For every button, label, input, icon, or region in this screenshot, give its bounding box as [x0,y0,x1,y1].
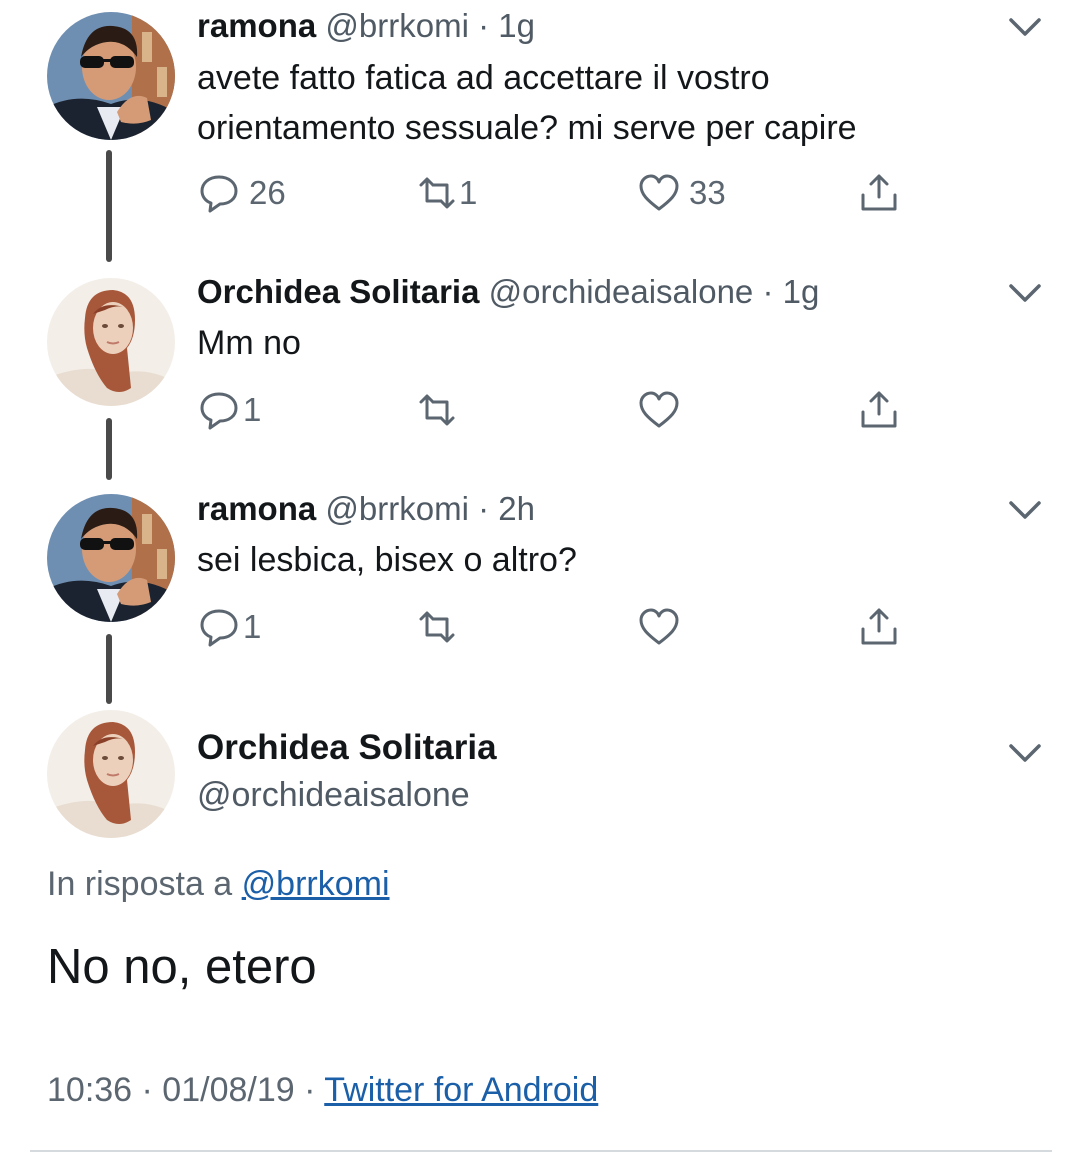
reply-icon [200,609,238,647]
like-button[interactable] [637,602,681,652]
reply-to-link[interactable]: @brrkomi [242,865,390,903]
like-button[interactable]: 33 [637,168,726,218]
reply-icon [200,175,238,213]
avatar[interactable] [47,710,175,838]
author-name[interactable]: ramona [197,7,316,44]
avatar[interactable] [47,278,175,406]
chevron-down-icon[interactable] [1005,495,1045,525]
tweet-actions: 1 [197,602,927,652]
focused-tweet-text: No no, etero [47,940,317,994]
heart-icon [639,608,679,645]
thread-connector [106,150,112,262]
thread-connector [106,634,112,704]
chevron-down-icon[interactable] [1005,738,1045,768]
chevron-down-icon[interactable] [1005,12,1045,42]
author-name[interactable]: Orchidea Solitaria [197,273,479,310]
author-name[interactable]: ramona [197,490,316,527]
tweet-timestamp: 10:36 · 01/08/19 · Twitter for Android [47,1068,598,1112]
reply-button[interactable]: 1 [197,385,261,435]
retweet-icon [419,611,455,643]
share-button[interactable] [857,168,901,218]
tweet-actions: 1 [197,385,927,435]
tweet-text-line: orientamento sessuale? mi serve per capi… [197,109,857,147]
tweet-text-line: sei lesbica, bisex o altro? [197,541,577,579]
tweet-text: Mm no [197,318,301,368]
reply-count: 1 [243,391,262,428]
heart-icon [639,391,679,428]
share-icon [861,608,897,645]
retweet-icon [419,177,455,209]
thread-connector [106,418,112,480]
tweet-header: ramona @brrkomi · 2h [197,489,535,529]
reply-count: 1 [243,608,262,645]
tweet-header: ramona @brrkomi · 1g [197,6,535,46]
avatar-ramona-image [47,494,175,622]
avatar[interactable] [47,12,175,140]
reply-button[interactable]: 1 [197,602,261,652]
retweet-button[interactable]: 1 [415,168,477,218]
reply-button[interactable]: 26 [197,168,286,218]
tweet-text-line: Mm no [197,324,301,362]
reply-prefix: In risposta a [47,865,242,903]
tweet-actions: 26 1 33 [197,168,927,218]
divider [30,1150,1052,1152]
reply-context: In risposta a @brrkomi [47,862,390,906]
share-icon [861,391,897,428]
like-count: 33 [689,174,726,211]
avatar-orchidea-image [47,710,175,838]
avatar[interactable] [47,494,175,622]
share-button[interactable] [857,385,901,435]
focused-author-name[interactable]: Orchidea Solitaria [197,726,497,770]
retweet-button[interactable] [415,602,459,652]
retweet-count: 1 [459,174,478,211]
timestamp-text: 10:36 · 01/08/19 · [47,1071,325,1109]
handle-time: @orchideaisalone · 1g [488,273,820,310]
share-button[interactable] [857,602,901,652]
source-link[interactable]: Twitter for Android [324,1071,598,1109]
retweet-button[interactable] [415,385,459,435]
tweet-text: avete fatto fatica ad accettare il vostr… [197,53,857,153]
retweet-icon [419,394,455,426]
focused-author-handle[interactable]: @orchideaisalone [197,773,470,817]
reply-count: 26 [249,174,286,211]
avatar-ramona-image [47,12,175,140]
share-icon [861,174,897,211]
handle-time: @brrkomi · 2h [325,490,535,527]
tweet-text-line: avete fatto fatica ad accettare il vostr… [197,59,770,97]
tweet-text: sei lesbica, bisex o altro? [197,535,577,585]
chevron-down-icon[interactable] [1005,278,1045,308]
tweet-header: Orchidea Solitaria @orchideaisalone · 1g [197,272,819,312]
avatar-orchidea-image [47,278,175,406]
handle-time: @brrkomi · 1g [325,7,535,44]
like-button[interactable] [637,385,681,435]
heart-icon [639,174,679,211]
reply-icon [200,392,238,430]
